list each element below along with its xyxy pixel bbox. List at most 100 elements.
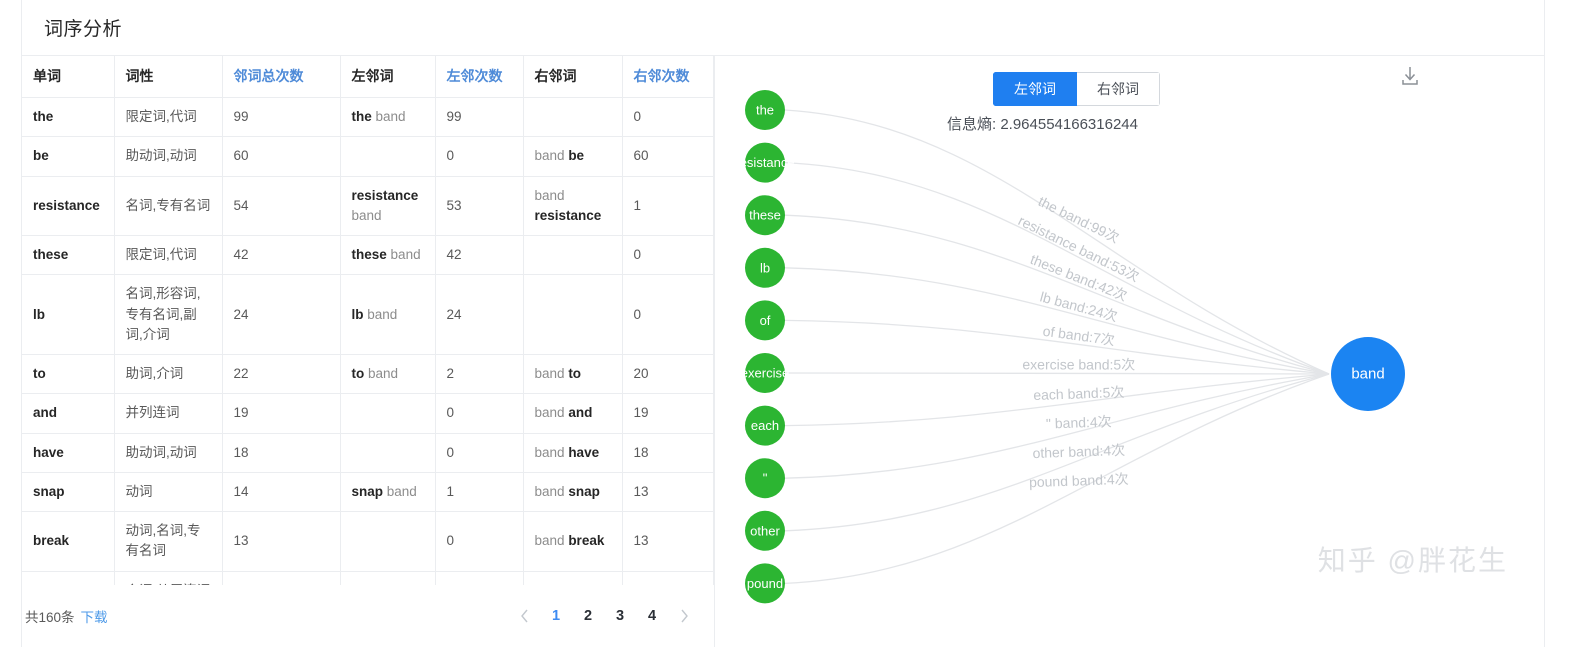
- cell-right-word: band and: [523, 393, 623, 434]
- cell-word: break: [22, 511, 115, 572]
- pagination-page-3[interactable]: 3: [604, 600, 636, 632]
- pagination-page-2[interactable]: 2: [572, 600, 604, 632]
- table-row[interactable]: to 助词,介词 22 to band 2 band to 20: [22, 354, 714, 395]
- pagination: 1234: [508, 600, 710, 632]
- cell-right-word: [523, 97, 623, 138]
- cell-pos: 动词: [114, 472, 223, 513]
- table-row[interactable]: these 限定词,代词 42 these band 42 0: [22, 235, 714, 276]
- cell-right-count: 0: [622, 97, 714, 138]
- cell-left-word: [340, 511, 436, 572]
- cell-word: lb: [22, 274, 115, 355]
- cell-word: resistance: [22, 176, 115, 236]
- graph-edge-label: each band:5次: [1033, 384, 1125, 403]
- cell-pos: 助动词,动词: [114, 136, 223, 177]
- graph-node-label: the: [756, 103, 774, 118]
- tab-left-neighbor[interactable]: 左邻词: [993, 72, 1077, 106]
- col-header-word[interactable]: 单词: [22, 56, 115, 98]
- cell-right-count: 0: [622, 235, 714, 276]
- card-body: 单词 词性 邻词总次数 左邻词 左邻次数 右邻词 右邻次数 the 限定词,代词 9…: [22, 56, 1544, 647]
- cell-left-count: 0: [435, 433, 524, 473]
- tab-right-neighbor[interactable]: 右邻词: [1077, 72, 1160, 106]
- table-row[interactable]: resistance 名词,专有名词 54 resistance band 53 band…: [22, 176, 714, 236]
- cell-left-word: these band: [340, 235, 436, 276]
- pagination-page-1[interactable]: 1: [540, 600, 572, 632]
- cell-left-word: the band: [340, 97, 436, 138]
- graph-node-label: other: [750, 523, 780, 538]
- table-row[interactable]: have 助动词,动词 18 0 band have 18: [22, 433, 714, 473]
- cell-total-count: 13: [222, 511, 341, 572]
- cell-left-word: to band: [340, 354, 436, 395]
- chevron-right-icon[interactable]: [668, 600, 700, 632]
- cell-left-word: [340, 393, 436, 434]
- graph-node-label: ": [763, 471, 768, 486]
- cell-word: and: [22, 393, 115, 434]
- table-scroll-area[interactable]: 单词 词性 邻词总次数 左邻词 左邻次数 右邻词 右邻次数 the 限定词,代词 9…: [22, 56, 714, 591]
- cell-pos: 限定词,代词: [114, 97, 223, 138]
- cell-word: to: [22, 354, 115, 395]
- cell-right-word: band break: [523, 511, 623, 572]
- table-row[interactable]: lb 名词,形容词,专有名词,副词,介词 24 lb band 24 0: [22, 274, 714, 355]
- cell-pos: 名词,专有名词: [114, 176, 223, 236]
- table-row[interactable]: the 限定词,代词 99 the band 99 0: [22, 97, 714, 138]
- col-header-right-count[interactable]: 右邻次数: [622, 56, 714, 98]
- cell-right-count: 18: [622, 433, 714, 473]
- table-row[interactable]: break 动词,名词,专有名词 13 0 band break 13: [22, 511, 714, 572]
- watermark: 知乎 @胖花生: [1317, 545, 1508, 576]
- cell-left-word: snap band: [340, 472, 436, 513]
- cell-right-count: 1: [622, 176, 714, 236]
- graph-node-label: pound: [747, 576, 783, 591]
- cell-right-count: 13: [622, 472, 714, 513]
- graph-node-label: these: [749, 208, 781, 223]
- cell-left-count: 1: [435, 472, 524, 513]
- page-title: 词序分析: [44, 19, 123, 40]
- graph-pane: 左邻词 右邻词 信息熵: 2.964554166316244 the band:…: [714, 56, 1544, 647]
- cell-right-count: 0: [622, 274, 714, 355]
- pagination-page-4[interactable]: 4: [636, 600, 668, 632]
- cell-pos: 动词,名词,专有名词: [114, 511, 223, 572]
- cell-total-count: 14: [222, 472, 341, 513]
- col-header-right-word[interactable]: 右邻词: [523, 56, 623, 98]
- col-header-total-count[interactable]: 邻词总次数: [222, 56, 341, 98]
- card-header: 词序分析: [22, 0, 1544, 56]
- cell-word: snap: [22, 472, 115, 513]
- graph-node-label: of: [760, 313, 771, 328]
- cell-right-count: 13: [622, 511, 714, 572]
- download-icon[interactable]: [1398, 64, 1422, 88]
- graph-node-label: exercise: [741, 366, 789, 381]
- cell-right-count: 60: [622, 136, 714, 177]
- cell-total-count: 54: [222, 176, 341, 236]
- table-row[interactable]: snap 动词 14 snap band 1 band snap 13: [22, 472, 714, 513]
- cell-pos: 助动词,动词: [114, 433, 223, 473]
- table-header-row: 单词 词性 邻词总次数 左邻词 左邻次数 右邻词 右邻次数: [22, 56, 714, 98]
- cell-total-count: 22: [222, 354, 341, 395]
- table-footer: 共160条 下载 1234: [22, 585, 714, 647]
- cell-right-count: 19: [622, 393, 714, 434]
- cell-word: have: [22, 433, 115, 473]
- cell-total-count: 18: [222, 433, 341, 473]
- cell-left-count: 42: [435, 235, 524, 276]
- cell-right-count: 20: [622, 354, 714, 395]
- chevron-left-icon[interactable]: [508, 600, 540, 632]
- cell-right-word: band be: [523, 136, 623, 177]
- cell-left-count: 0: [435, 511, 524, 572]
- cell-left-count: 0: [435, 393, 524, 434]
- graph-node-label: each: [751, 418, 779, 433]
- cell-word: be: [22, 136, 115, 177]
- col-header-pos[interactable]: 词性: [114, 56, 223, 98]
- col-header-left-word[interactable]: 左邻词: [340, 56, 436, 98]
- download-link[interactable]: 下载: [81, 606, 108, 626]
- cell-left-count: 0: [435, 136, 524, 177]
- cell-right-word: band to: [523, 354, 623, 395]
- table-row[interactable]: and 并列连词 19 0 band and 19: [22, 393, 714, 434]
- cell-word: these: [22, 235, 115, 276]
- cell-pos: 名词,形容词,专有名词,副词,介词: [114, 274, 223, 355]
- graph-center-node-label: band: [1351, 366, 1384, 383]
- cell-right-word: band resistance: [523, 176, 623, 236]
- cell-total-count: 99: [222, 97, 341, 138]
- col-header-left-count[interactable]: 左邻次数: [435, 56, 524, 98]
- cell-pos: 助词,介词: [114, 354, 223, 395]
- table-row[interactable]: be 助动词,动词 60 0 band be 60: [22, 136, 714, 177]
- graph-edge-label: " band:4次: [1046, 413, 1112, 431]
- cell-pos: 并列连词: [114, 393, 223, 434]
- cell-total-count: 42: [222, 235, 341, 276]
